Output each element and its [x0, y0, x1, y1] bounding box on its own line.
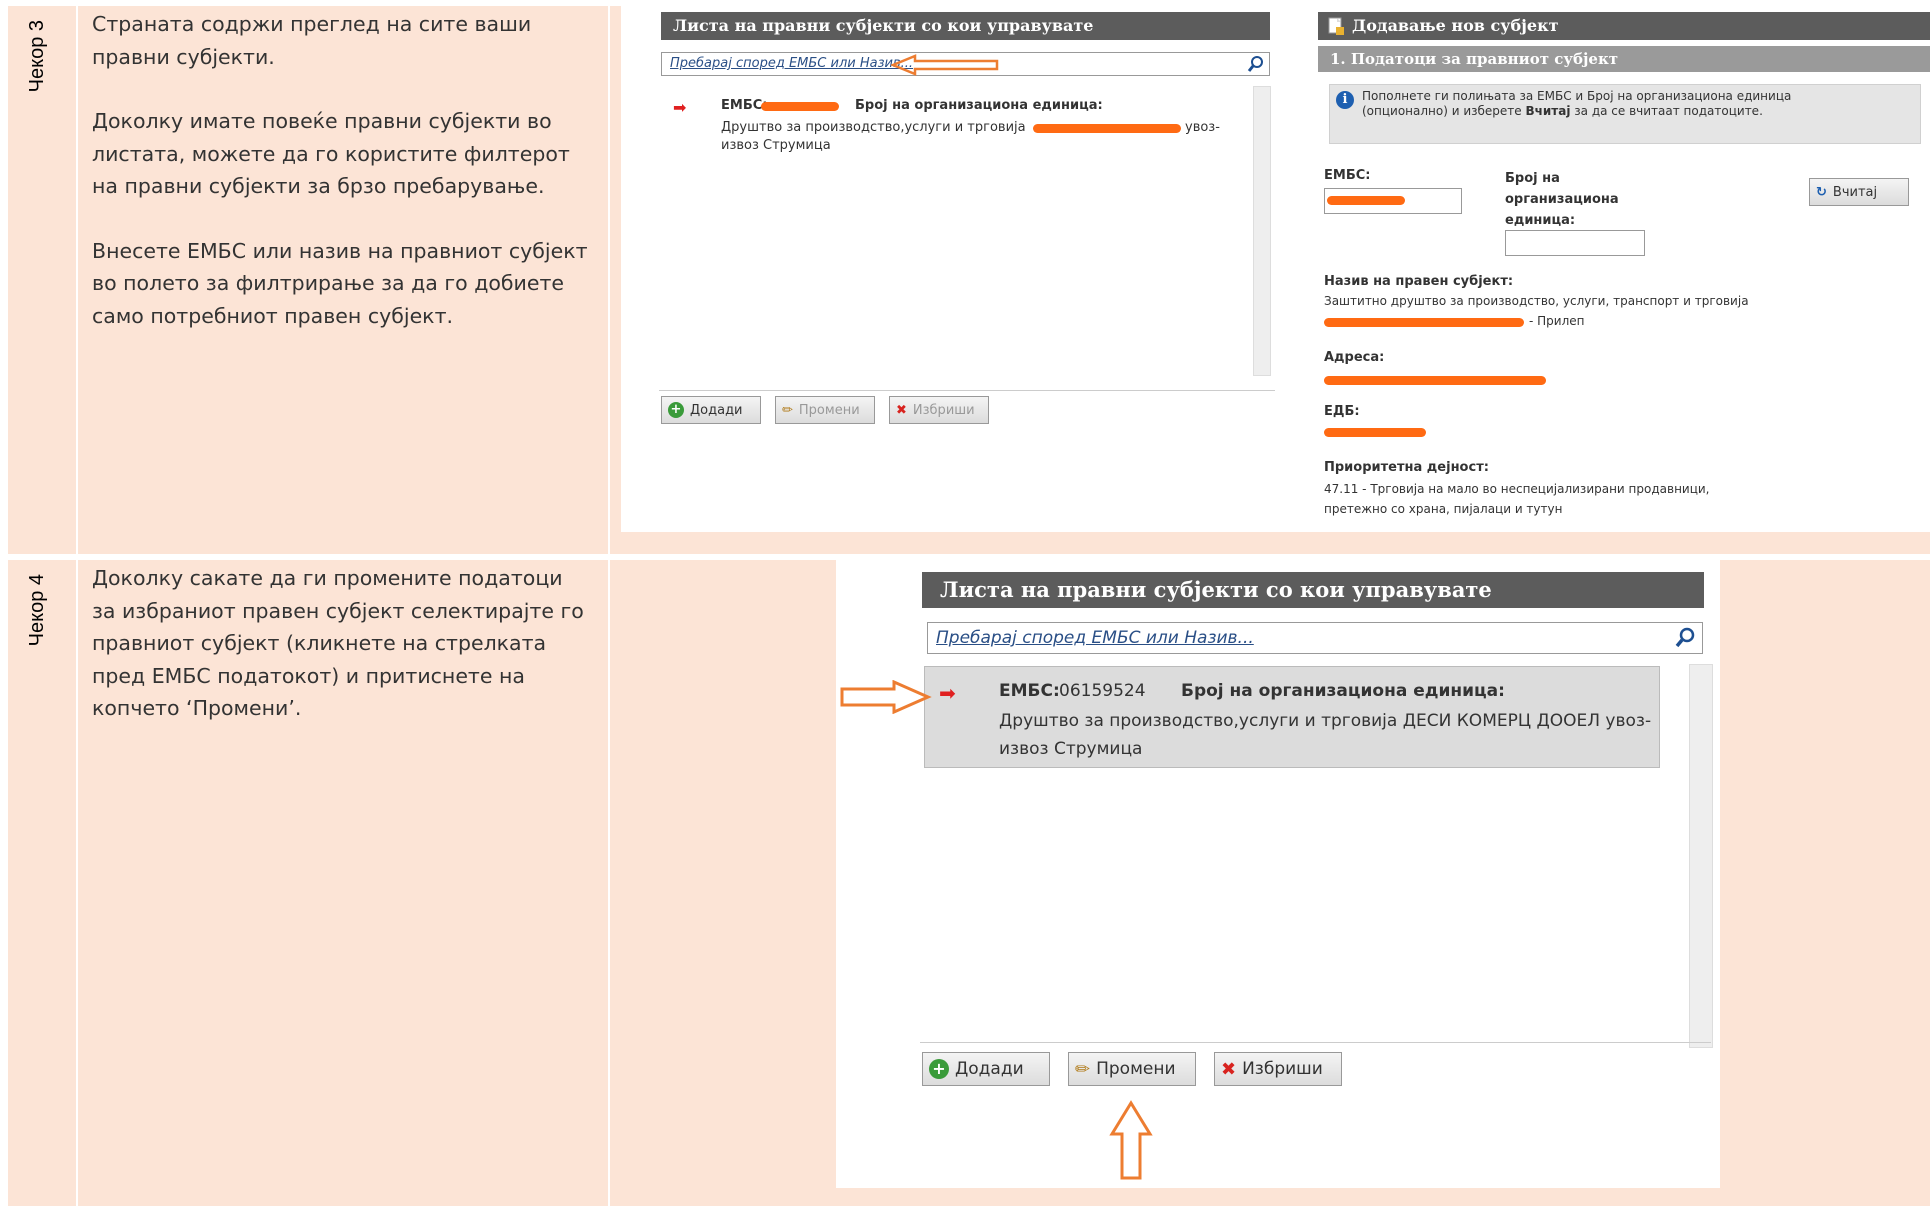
info-text-bold: Вчитај [1525, 104, 1571, 118]
delete-x-icon-large: ✖ [1221, 1058, 1237, 1080]
search-placeholder-large: Пребарај според ЕМБС или Назив... [936, 628, 1254, 648]
delete-button[interactable]: ✖ Избриши [889, 396, 989, 424]
step-3-description-cell: Страната содржи преглед на сите ваши пра… [78, 6, 610, 554]
list-item-selected[interactable]: ➡ ЕМБС: 06159524 Број на организациона е… [924, 666, 1660, 768]
step-3-label: Чекор 3 [26, 20, 48, 93]
redacted-company-name [1033, 124, 1181, 133]
step-3-description: Страната содржи преглед на сите ваши пра… [92, 8, 592, 364]
add-button-large[interactable]: + Додади [922, 1052, 1050, 1086]
step-4-paragraph-1: Доколку сакате да ги промените податоци … [92, 566, 584, 720]
edb-label: ЕДБ: [1324, 404, 1360, 419]
item-desc-2: увоз- [1185, 120, 1220, 135]
step-3-label-cell: Чекор 3 [8, 6, 78, 554]
form-section-title: 1. Податоци за правниот субјект [1330, 50, 1619, 68]
step-3-paragraph-1: Страната содржи преглед на сите ваши пра… [92, 12, 532, 69]
org-unit-field[interactable] [1505, 230, 1645, 256]
edit-button-large[interactable]: ✏ Промени [1068, 1052, 1196, 1086]
redacted-embs-field [1327, 196, 1405, 205]
step-3-paragraph-2: Доколку имате повеќе правни субјекти во … [92, 109, 570, 198]
name-value-2: - Прилеп [1529, 314, 1585, 328]
search-icon-large[interactable] [1674, 627, 1696, 649]
add-label: Додади [690, 402, 743, 418]
redacted-company-name-2 [1324, 318, 1524, 327]
annotation-arrow-left [891, 54, 999, 76]
org-label-line-2: организациона [1505, 192, 1619, 207]
add-button[interactable]: + Додади [661, 396, 761, 424]
delete-x-icon: ✖ [896, 402, 907, 418]
edit-button[interactable]: ✏ Промени [775, 396, 875, 424]
search-icon[interactable] [1247, 55, 1265, 73]
step-4-label-cell: Чекор 4 [8, 560, 78, 1206]
edit-label-large: Промени [1096, 1059, 1176, 1079]
item-desc-1: Друштво за производство,услуги и трговиј… [721, 120, 1026, 135]
step-3-row: Чекор 3 Страната содржи преглед на сите … [8, 6, 1930, 554]
name-label: Назив на правен субјект: [1324, 274, 1514, 289]
activity-value-2: претежно со храна, пијалаци и тутун [1324, 502, 1563, 516]
redacted-embs [761, 102, 839, 111]
item-org-label-large: Број на организациона единица: [1181, 681, 1505, 701]
step-4-row: Чекор 4 Доколку сакате да ги промените п… [8, 560, 1930, 1206]
step-3-screenshot: Листа на правни субјекти со кои управува… [621, 6, 1930, 532]
annotation-arrow-right [840, 680, 932, 714]
select-arrow-icon[interactable]: ➡ [673, 98, 686, 117]
load-label: Вчитај [1832, 184, 1878, 200]
search-input-large[interactable]: Пребарај според ЕМБС или Назив... [927, 622, 1703, 654]
item-embs-value: 06159524 [1059, 681, 1146, 701]
load-button[interactable]: ↻ Вчитај [1809, 178, 1909, 206]
form-section-header: 1. Податоци за правниот субјект [1318, 46, 1930, 72]
list-title-large: Листа на правни субјекти со кои управува… [940, 577, 1492, 602]
org-label-line-3: единица: [1505, 213, 1576, 228]
name-value-1: Заштитно друштво за производство, услуги… [1324, 294, 1749, 308]
delete-label-large: Избриши [1242, 1059, 1323, 1079]
select-arrow-icon-large[interactable]: ➡ [939, 681, 956, 705]
info-icon: i [1336, 91, 1354, 109]
form-header: Додавање нов субјект [1318, 12, 1930, 40]
list-scrollbar[interactable] [1253, 86, 1271, 376]
step-4-description: Доколку сакате да ги промените податоци … [92, 562, 592, 757]
list-header: Листа на правни субјекти со кои управува… [661, 12, 1270, 40]
add-icon-large: + [929, 1059, 949, 1079]
list-item[interactable]: ➡ ЕМБС: Број на организациона единица: Д… [661, 92, 1241, 168]
list-header-large: Листа на правни субјекти со кои управува… [922, 572, 1704, 608]
step-3-paragraph-3: Внесете ЕМБС или назив на правниот субје… [92, 238, 588, 328]
step-4-label: Чекор 4 [26, 574, 48, 647]
org-label-line-1: Број на [1505, 171, 1560, 186]
step-4-screenshot: Листа на правни субјекти со кои управува… [836, 560, 1720, 1188]
pencil-icon: ✏ [782, 402, 793, 418]
edit-label: Промени [798, 402, 860, 418]
activity-label: Приоритетна дејност: [1324, 460, 1489, 475]
list-divider-large [920, 1042, 1711, 1043]
item-desc-large-2: извоз Струмица [999, 739, 1143, 759]
pencil-icon-large: ✏ [1075, 1058, 1091, 1080]
list-divider [659, 390, 1275, 391]
new-document-icon [1328, 17, 1344, 35]
info-box: i Пополнете ги полињата за ЕМБС и Број н… [1329, 84, 1921, 144]
step-4-description-cell: Доколку сакате да ги промените податоци … [78, 560, 610, 1206]
redacted-address [1324, 376, 1546, 385]
list-title: Листа на правни субјекти со кои управува… [673, 16, 1094, 35]
item-desc-large-1: Друштво за производство,услуги и трговиј… [999, 711, 1652, 731]
delete-button-large[interactable]: ✖ Избриши [1214, 1052, 1342, 1086]
form-title: Додавање нов субјект [1352, 16, 1559, 35]
list-scrollbar-large[interactable] [1689, 664, 1713, 1048]
refresh-icon: ↻ [1816, 184, 1827, 200]
annotation-arrow-up [1109, 1100, 1153, 1180]
add-label-large: Додади [955, 1059, 1024, 1079]
item-embs-label-large: ЕМБС: [999, 681, 1060, 701]
info-text-b: за да се вчитаат податоците. [1570, 104, 1763, 118]
address-label: Адреса: [1324, 350, 1385, 365]
delete-label: Избриши [912, 402, 975, 418]
embs-label: ЕМБС: [1324, 168, 1371, 183]
item-desc-3: извоз Струмица [721, 138, 831, 153]
activity-value-1: 47.11 - Трговија на мало во неспецијализ… [1324, 482, 1710, 496]
item-org-label: Број на организациона единица: [855, 98, 1103, 113]
org-label: Број на организациона единица: [1505, 168, 1619, 231]
redacted-edb [1324, 428, 1426, 437]
search-placeholder: Пребарај според ЕМБС или Назив... [670, 56, 914, 71]
add-icon: + [668, 402, 684, 418]
